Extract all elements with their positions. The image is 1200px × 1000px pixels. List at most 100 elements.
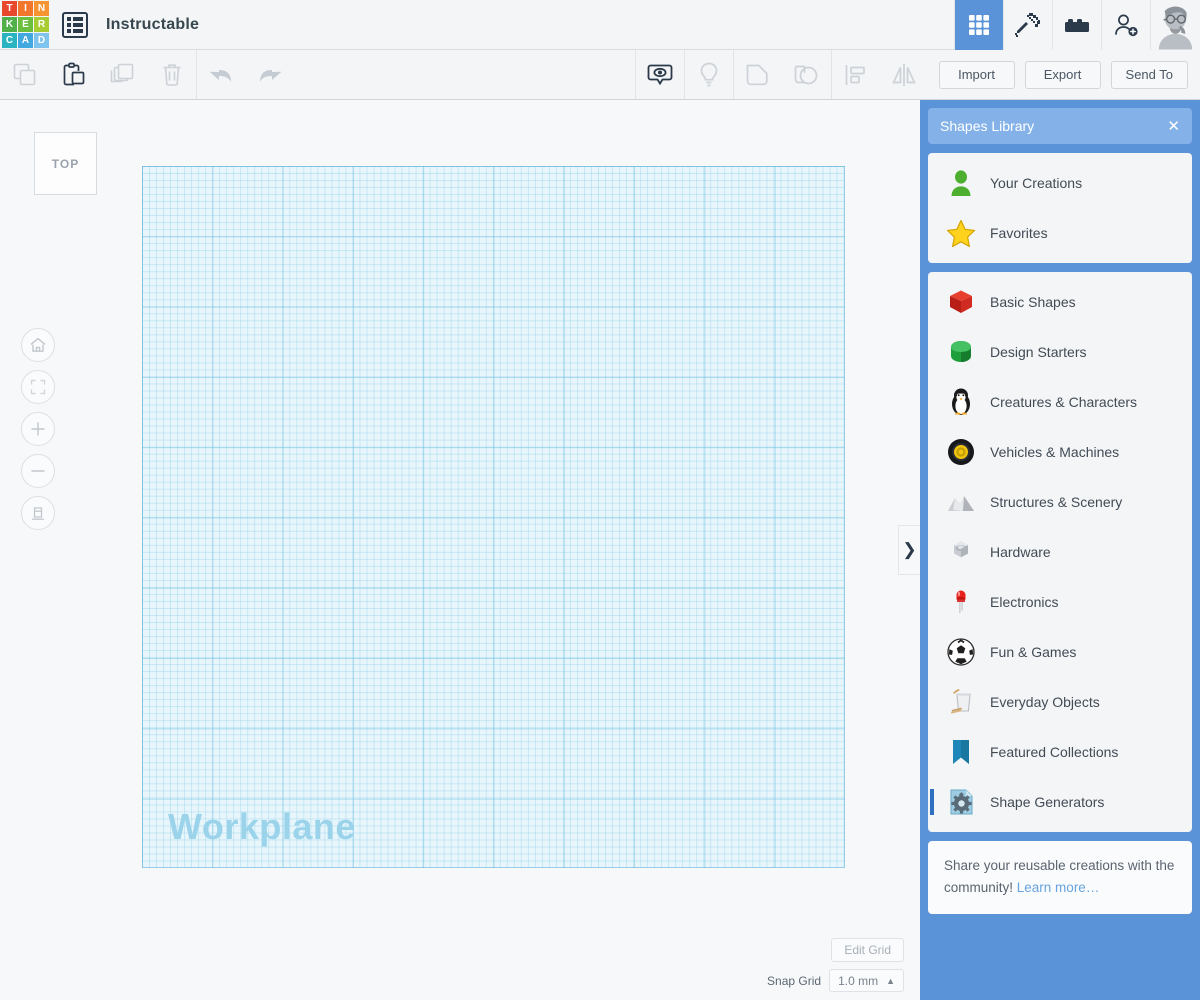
duplicate-icon[interactable] xyxy=(98,50,147,99)
list-item-label: Favorites xyxy=(990,225,1048,241)
logo-tile-a: A xyxy=(18,33,33,48)
bookmark-icon xyxy=(944,737,978,767)
lightbulb-note-icon[interactable] xyxy=(683,50,733,99)
panel-header: Shapes Library ✕ xyxy=(928,108,1192,144)
list-item-shape-generators[interactable]: Shape Generators xyxy=(928,777,1192,827)
list-item-favorites[interactable]: Favorites xyxy=(928,208,1192,258)
ungroup-icon[interactable] xyxy=(782,50,831,99)
toolbar-action-buttons: Import Export Send To xyxy=(929,50,1188,99)
view-cube[interactable]: TOP xyxy=(34,132,97,195)
zoom-out-icon[interactable] xyxy=(21,454,55,488)
add-person-icon[interactable] xyxy=(1101,0,1150,50)
wheel-icon xyxy=(944,437,978,467)
led-icon xyxy=(944,587,978,617)
export-button[interactable]: Export xyxy=(1024,60,1101,89)
person-green-icon xyxy=(944,169,978,197)
ortho-perspective-icon[interactable] xyxy=(21,496,55,530)
copy-icon[interactable] xyxy=(0,50,49,99)
learn-more-link[interactable]: Learn more… xyxy=(1017,880,1100,895)
edit-toolbar: Import Export Send To xyxy=(0,50,1200,100)
view-cube-face-label: TOP xyxy=(51,156,80,171)
group-icon[interactable] xyxy=(732,50,782,99)
paste-icon[interactable] xyxy=(49,50,98,99)
list-item-label: Hardware xyxy=(990,544,1051,560)
panel-title: Shapes Library xyxy=(940,118,1035,134)
list-menu-icon[interactable] xyxy=(62,11,88,38)
panel-collapse-handle[interactable]: ❯ xyxy=(898,525,920,575)
logo-tile-r: R xyxy=(34,17,49,32)
shapes-library-panel: ❯ Shapes Library ✕ Your Creations Favori… xyxy=(898,100,1200,1000)
navigation-controls xyxy=(21,328,55,538)
top-bar: TIN KER CAD Instructable xyxy=(0,0,1200,50)
list-item-vehicles-machines[interactable]: Vehicles & Machines xyxy=(928,427,1192,477)
penguin-icon xyxy=(944,387,978,417)
list-item-hardware[interactable]: Hardware xyxy=(928,527,1192,577)
show-hide-icon[interactable] xyxy=(634,50,684,99)
design-canvas[interactable]: TOP Workplane Edit Grid Snap Grid 1.0 mm… xyxy=(0,100,920,1000)
list-item-everyday-objects[interactable]: Everyday Objects xyxy=(928,677,1192,727)
workplane-grid[interactable]: Workplane xyxy=(142,166,845,868)
tinkercad-logo[interactable]: TIN KER CAD xyxy=(0,0,49,50)
snap-grid-select[interactable]: 1.0 mm ▲ xyxy=(829,969,904,992)
chevron-up-icon: ▲ xyxy=(886,975,895,986)
zoom-in-icon[interactable] xyxy=(21,412,55,446)
undo-icon[interactable] xyxy=(196,50,245,99)
grid-view-icon[interactable] xyxy=(954,0,1003,50)
import-button[interactable]: Import xyxy=(938,60,1015,89)
list-item-label: Basic Shapes xyxy=(990,294,1076,310)
list-item-label: Structures & Scenery xyxy=(990,494,1123,510)
list-item-label: Creatures & Characters xyxy=(990,394,1138,410)
send-to-button[interactable]: Send To xyxy=(1110,60,1188,89)
list-item-label: Electronics xyxy=(990,594,1059,610)
fit-to-view-icon[interactable] xyxy=(21,370,55,404)
logo-tile-e: E xyxy=(18,17,33,32)
logo-tile-d: D xyxy=(34,33,49,48)
snap-grid-value: 1.0 mm xyxy=(838,973,879,988)
list-item-featured-collections[interactable]: Featured Collections xyxy=(928,727,1192,777)
snap-grid-row: Snap Grid 1.0 mm ▲ xyxy=(767,969,904,992)
panel-group-personal: Your Creations Favorites xyxy=(928,153,1192,263)
list-item-basic-shapes[interactable]: Basic Shapes xyxy=(928,277,1192,327)
hex-nut-icon xyxy=(944,537,978,567)
logo-tile-n: N xyxy=(34,1,49,16)
list-item-fun-games[interactable]: Fun & Games xyxy=(928,627,1192,677)
mirror-icon[interactable] xyxy=(880,50,929,99)
grid-controls: Edit Grid Snap Grid 1.0 mm ▲ xyxy=(767,938,904,992)
list-item-label: Vehicles & Machines xyxy=(990,444,1120,460)
share-promo: Share your reusable creations with the c… xyxy=(928,841,1192,914)
star-yellow-icon xyxy=(944,219,978,248)
delete-icon[interactable] xyxy=(147,50,196,99)
logo-tile-i: I xyxy=(18,1,33,16)
list-item-label: Everyday Objects xyxy=(990,694,1100,710)
soccer-ball-icon xyxy=(944,637,978,667)
redo-icon[interactable] xyxy=(245,50,294,99)
logo-tile-c: C xyxy=(2,33,17,48)
trash-bin-icon xyxy=(944,687,978,717)
list-item-label: Fun & Games xyxy=(990,644,1077,660)
green-cube-icon xyxy=(944,337,978,367)
align-icon[interactable] xyxy=(830,50,880,99)
list-item-design-starters[interactable]: Design Starters xyxy=(928,327,1192,377)
list-item-structures-scenery[interactable]: Structures & Scenery xyxy=(928,477,1192,527)
list-item-label: Design Starters xyxy=(990,344,1087,360)
logo-tile-t: T xyxy=(2,1,17,16)
list-item-your-creations[interactable]: Your Creations xyxy=(928,158,1192,208)
lego-brick-icon[interactable] xyxy=(1052,0,1101,50)
logo-tile-k: K xyxy=(2,17,17,32)
user-avatar[interactable] xyxy=(1150,0,1200,50)
home-view-icon[interactable] xyxy=(21,328,55,362)
list-item-creatures-characters[interactable]: Creatures & Characters xyxy=(928,377,1192,427)
red-cube-icon xyxy=(944,287,978,317)
panel-group-categories: Basic Shapes Design Starters Creatures & C… xyxy=(928,272,1192,832)
list-item-electronics[interactable]: Electronics xyxy=(928,577,1192,627)
list-item-label: Your Creations xyxy=(990,175,1083,191)
close-icon[interactable]: ✕ xyxy=(1167,119,1180,134)
snap-grid-label: Snap Grid xyxy=(767,973,822,988)
gear-page-icon xyxy=(944,787,978,817)
minecraft-pickaxe-icon[interactable] xyxy=(1003,0,1052,50)
edit-grid-button[interactable]: Edit Grid xyxy=(831,938,904,962)
list-item-label: Featured Collections xyxy=(990,744,1119,760)
top-right-buttons xyxy=(954,0,1200,50)
tinkercad-app: TINKERCAD Instructable Import Export Sen… xyxy=(0,0,1200,1000)
